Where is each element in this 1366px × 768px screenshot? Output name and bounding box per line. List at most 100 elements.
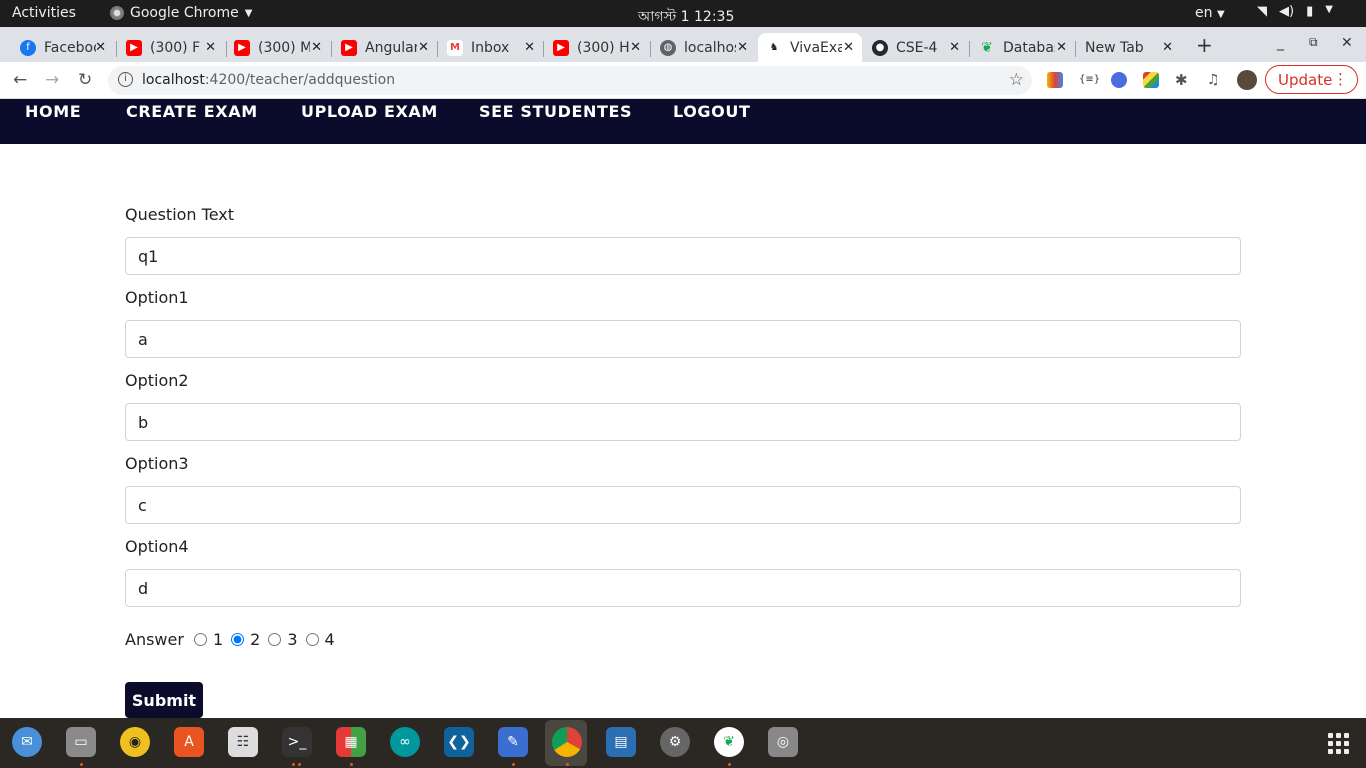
answer-option-3[interactable]: 3 — [268, 630, 298, 649]
option2-input[interactable] — [125, 403, 1241, 441]
system-tray[interactable]: ◥ ◀) ▮ ▼ — [1257, 4, 1333, 19]
nav-create-exam[interactable]: CREATE EXAM — [126, 102, 258, 121]
nav-upload-exam[interactable]: UPLOAD EXAM — [301, 102, 438, 121]
answer-option-1[interactable]: 1 — [193, 630, 223, 649]
answer-option-label: 3 — [287, 630, 298, 649]
answer-radio-1[interactable] — [193, 633, 207, 646]
gmail-icon: M — [447, 39, 463, 56]
office-icon[interactable]: ☷ — [228, 727, 258, 757]
forward-icon[interactable]: → — [45, 70, 59, 90]
volume-icon: ◀) — [1279, 4, 1295, 19]
option3-input[interactable] — [125, 486, 1241, 524]
tab-title: (300) H — [577, 39, 629, 56]
more-menu-icon[interactable]: ⋮ — [1333, 70, 1348, 88]
update-button[interactable]: Update ⋮ — [1265, 65, 1358, 94]
address-bar[interactable]: i localhost:4200/teacher/addquestion ☆ — [108, 66, 1032, 95]
answer-radio-3[interactable] — [268, 633, 282, 646]
json-extension-icon[interactable]: {≡} — [1079, 72, 1100, 88]
tab-github[interactable]: ● CSE-4 ✕ — [864, 33, 968, 62]
mongodb-icon: ❦ — [981, 39, 993, 56]
extension-icon[interactable] — [1047, 72, 1063, 88]
app-icon: ♞ — [766, 39, 782, 56]
rhythmbox-icon[interactable]: ◉ — [120, 727, 150, 757]
chrome-icon[interactable] — [552, 727, 582, 757]
answer-radio-2[interactable] — [231, 633, 245, 646]
close-icon[interactable]: ✕ — [843, 40, 854, 55]
tab-localhost[interactable]: ◍ localhost ✕ — [652, 33, 756, 62]
close-icon[interactable]: ✕ — [205, 40, 216, 55]
close-icon[interactable]: ✕ — [311, 40, 322, 55]
color-picker-extension-icon[interactable] — [1143, 72, 1159, 88]
close-icon[interactable]: ✕ — [737, 40, 748, 55]
answer-option-label: 2 — [250, 630, 261, 649]
minimize-icon[interactable]: _ — [1277, 35, 1284, 51]
bookmark-star-icon[interactable]: ☆ — [1009, 70, 1024, 90]
app-menu[interactable]: Google Chrome ▼ — [110, 5, 252, 21]
question-text-input[interactable] — [125, 237, 1241, 275]
tab-youtube-2[interactable]: ▶ (300) M ✕ — [226, 33, 330, 62]
thunderbird-icon[interactable]: ✉ — [12, 727, 42, 757]
info-icon[interactable]: i — [118, 72, 133, 87]
text-editor-icon[interactable]: ✎ — [498, 727, 528, 757]
close-icon[interactable]: ✕ — [95, 40, 106, 55]
activities-button[interactable]: Activities — [12, 5, 76, 21]
tab-facebook[interactable]: f Facebook ✕ — [12, 33, 114, 62]
settings-gear-icon[interactable]: ⚙ — [660, 727, 690, 757]
tab-youtube-3[interactable]: ▶ (300) H ✕ — [545, 33, 649, 62]
question-text-label: Question Text — [125, 205, 235, 224]
terminal-icon[interactable]: >_ — [282, 727, 312, 757]
vscode-icon[interactable]: ❮❯ — [444, 727, 474, 757]
option1-input[interactable] — [125, 320, 1241, 358]
close-icon[interactable]: ✕ — [1056, 40, 1067, 55]
wifi-icon: ◥ — [1257, 4, 1267, 19]
puzzle-icon[interactable]: ✱ — [1175, 72, 1191, 88]
close-icon[interactable]: ✕ — [949, 40, 960, 55]
reload-icon[interactable]: ↻ — [78, 70, 92, 90]
answer-option-2[interactable]: 2 — [231, 630, 260, 649]
app-grid-icon[interactable]: ▦ — [336, 727, 366, 757]
nav-logout[interactable]: LOGOUT — [673, 102, 750, 121]
tab-database[interactable]: ❦ Database ✕ — [971, 33, 1075, 62]
software-center-icon[interactable]: A — [174, 727, 204, 757]
avatar[interactable] — [1237, 70, 1257, 90]
answer-option-4[interactable]: 4 — [305, 630, 335, 649]
option4-input[interactable] — [125, 569, 1241, 607]
close-icon[interactable]: ✕ — [1162, 40, 1173, 55]
submit-button[interactable]: Submit — [125, 682, 203, 718]
answer-radio-group: Answer 1 2 3 4 — [125, 630, 335, 649]
tab-youtube-1[interactable]: ▶ (300) F ✕ — [118, 33, 224, 62]
tab-separator — [331, 41, 332, 57]
url-host: localhost — [142, 72, 205, 88]
clock[interactable]: আগস্ট 1 12:35 — [638, 5, 734, 29]
mongodb-compass-icon[interactable]: ❦ — [714, 727, 744, 757]
nav-see-students[interactable]: SEE STUDENTES — [479, 102, 632, 121]
show-applications-icon[interactable] — [1328, 733, 1349, 754]
disk-icon[interactable]: ◎ — [768, 727, 798, 757]
close-icon[interactable]: ✕ — [630, 40, 641, 55]
restore-icon[interactable]: ⧉ — [1309, 35, 1318, 50]
extension-icon[interactable] — [1111, 72, 1127, 88]
nav-home[interactable]: HOME — [25, 102, 81, 121]
option2-label: Option2 — [125, 371, 189, 390]
running-indicator — [728, 763, 731, 766]
running-indicator — [292, 763, 295, 766]
url-text[interactable]: localhost:4200/teacher/addquestion — [142, 72, 395, 88]
new-tab-icon[interactable]: + — [1196, 33, 1213, 57]
tab-title: VivaExam — [790, 39, 842, 56]
close-icon[interactable]: ✕ — [418, 40, 429, 55]
tab-angular[interactable]: ▶ Angular ✕ — [333, 33, 437, 62]
close-window-icon[interactable]: ✕ — [1341, 35, 1353, 51]
github-icon: ● — [872, 39, 888, 56]
back-icon[interactable]: ← — [13, 70, 27, 90]
files-icon[interactable]: ▭ — [66, 727, 96, 757]
media-control-icon[interactable]: ♫ — [1207, 72, 1223, 88]
tab-new-tab[interactable]: New Tab ✕ — [1077, 33, 1181, 62]
close-icon[interactable]: ✕ — [524, 40, 535, 55]
language-indicator[interactable]: en ▼ — [1195, 5, 1225, 21]
arduino-icon[interactable]: ∞ — [390, 727, 420, 757]
tab-inbox[interactable]: M Inbox ✕ — [439, 33, 543, 62]
tab-vivaexam-active[interactable]: ♞ VivaExam ✕ — [758, 33, 862, 62]
answer-radio-4[interactable] — [305, 633, 319, 646]
document-viewer-icon[interactable]: ▤ — [606, 727, 636, 757]
tab-separator — [969, 41, 970, 57]
